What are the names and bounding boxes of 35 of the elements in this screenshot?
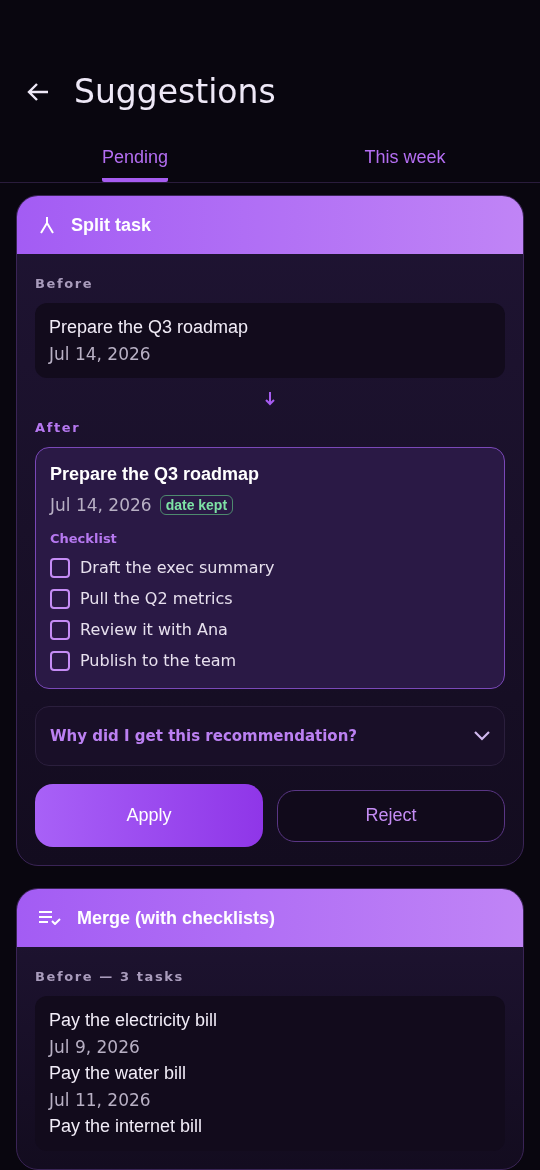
checklist-item: Review it with Ana — [80, 620, 228, 639]
checkbox[interactable] — [50, 557, 70, 578]
task-title: Prepare the Q3 roadmap — [50, 464, 261, 485]
task-date: Jul 9, 2026 — [49, 1037, 141, 1057]
task-date: Jul 14, 2026 — [49, 344, 152, 364]
card-title: Merge (with checklists) — [77, 907, 276, 929]
section-label: Before — 3 tasks — [35, 969, 185, 984]
task-title: Pay the water bill — [49, 1063, 188, 1084]
card-title: Split task — [71, 214, 152, 236]
checklist-item: Publish to the team — [80, 651, 237, 670]
section-label: After — [35, 420, 82, 435]
checkbox[interactable] — [50, 650, 70, 671]
down-arrow-icon — [263, 390, 277, 406]
reject-button[interactable]: Reject — [277, 789, 505, 842]
date-kept-badge: date kept — [159, 495, 234, 515]
checklist-item: Draft the exec summary — [80, 558, 275, 577]
checklist-icon — [39, 911, 61, 925]
task-title: Pay the electricity bill — [49, 1010, 219, 1031]
task-date: Jul 11, 2026 — [49, 1090, 152, 1110]
tab[interactable]: This week — [364, 139, 446, 182]
checklist-label: Checklist — [50, 531, 118, 546]
checklist-item: Pull the Q2 metrics — [80, 589, 233, 608]
chevron-icon — [474, 731, 490, 741]
checkbox[interactable] — [50, 619, 70, 640]
page-title: Suggestions — [74, 72, 276, 112]
back-button[interactable] — [26, 81, 50, 102]
checkbox[interactable] — [50, 588, 70, 609]
apply-button[interactable]: Apply — [35, 784, 263, 847]
tab[interactable]: Pending — [101, 139, 169, 182]
task-date: Jul 14, 2026 — [50, 495, 152, 515]
why-recommendation-toggle[interactable]: Why did I get this recommendation? — [35, 706, 505, 766]
split-icon — [39, 216, 55, 234]
task-title: Prepare the Q3 roadmap — [49, 317, 250, 338]
task-title: Pay the internet bill — [49, 1116, 204, 1137]
section-label: Before — [35, 276, 95, 291]
